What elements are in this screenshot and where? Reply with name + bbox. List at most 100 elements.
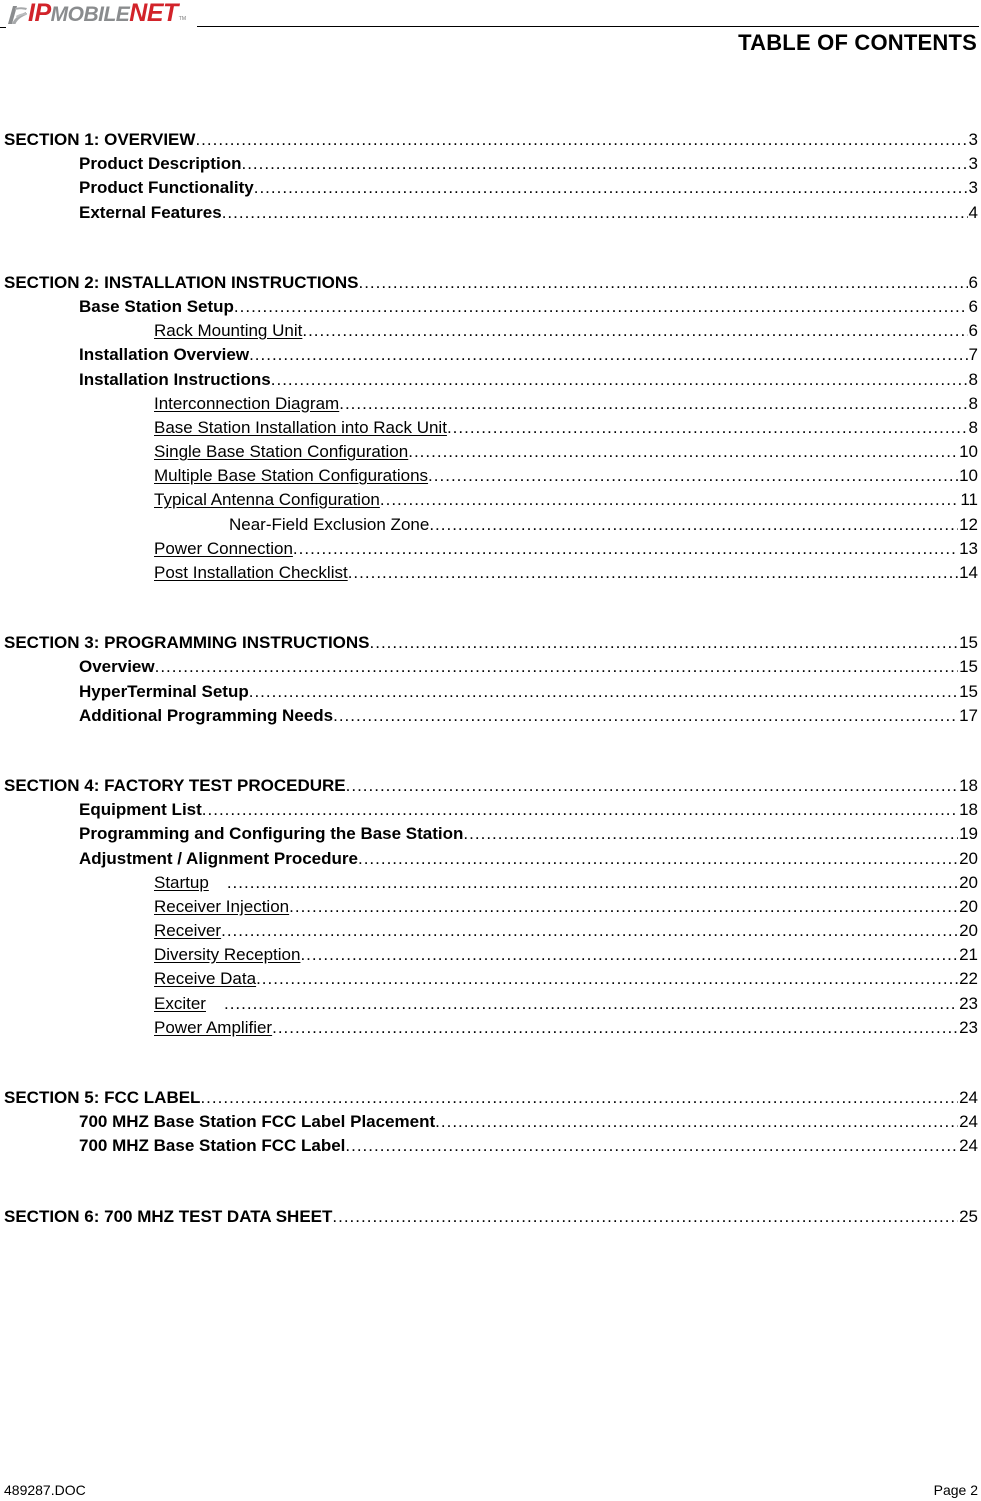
toc-page-number: 12 xyxy=(959,514,978,534)
toc-subsection-entry[interactable]: Installation Overview 7 xyxy=(4,343,978,367)
dot-leader xyxy=(200,1086,958,1110)
toc-link-entry[interactable]: Base Station Installation into Rack Unit… xyxy=(4,416,978,440)
toc-link-entry[interactable]: Receiver Injection 20 xyxy=(4,895,978,919)
footer-page-number: Page 2 xyxy=(933,1482,978,1498)
toc-link-entry[interactable]: Single Base Station Configuration 10 xyxy=(4,440,978,464)
toc-page-number: 18 xyxy=(959,800,978,820)
dot-leader xyxy=(435,1110,958,1134)
toc-subsection-entry[interactable]: 700 MHZ Base Station FCC Label 24 xyxy=(4,1134,978,1158)
toc-subsection-entry[interactable]: Additional Programming Needs 17 xyxy=(4,704,978,728)
dot-leader xyxy=(346,774,958,798)
toc-entry-label: Base Station Setup xyxy=(79,296,234,316)
toc-link-entry[interactable]: Receive Data 22 xyxy=(4,967,978,991)
toc-subsection-entry[interactable]: Product Description 3 xyxy=(4,152,978,176)
toc-page-number: 20 xyxy=(959,896,978,916)
toc-subsection-entry[interactable]: Product Functionality 3 xyxy=(4,176,978,200)
toc-page-number: 19 xyxy=(959,824,978,844)
toc-section-entry[interactable]: SECTION 5: FCC LABEL 24 xyxy=(4,1086,978,1110)
toc-entry-label[interactable]: Base Station Installation into Rack Unit xyxy=(154,416,447,440)
dot-leader xyxy=(222,201,968,225)
dot-leader xyxy=(224,992,958,1016)
dot-leader xyxy=(195,128,967,152)
toc-subsection-entry[interactable]: Overview 15 xyxy=(4,655,978,679)
toc-entry-label[interactable]: Startup xyxy=(154,871,209,895)
toc-link-entry[interactable]: Receiver 20 xyxy=(4,919,978,943)
toc-entry-label: Installation Instructions xyxy=(79,369,271,389)
toc-page-number: 11 xyxy=(960,490,978,510)
toc-link-entry[interactable]: Startup 20 xyxy=(4,871,978,895)
toc-entry-label: SECTION 3: PROGRAMMING INSTRUCTIONS xyxy=(4,633,370,653)
company-logo: IPMOBILENET TM xyxy=(6,0,186,28)
dot-leader xyxy=(271,368,968,392)
toc-page-number: 8 xyxy=(968,393,978,413)
toc-page-number: 15 xyxy=(959,681,978,701)
toc-link-entry[interactable]: Rack Mounting Unit 6 xyxy=(4,319,978,343)
toc-page-number: 4 xyxy=(968,202,978,222)
toc-subsection-entry[interactable]: 700 MHZ Base Station FCC Label Placement… xyxy=(4,1110,978,1134)
toc-section-entry[interactable]: SECTION 3: PROGRAMMING INSTRUCTIONS 15 xyxy=(4,631,978,655)
toc-entry-label[interactable]: Typical Antenna Configuration xyxy=(154,488,380,512)
toc-entry-label: Product Functionality xyxy=(79,178,254,198)
toc-entry-label[interactable]: Rack Mounting Unit xyxy=(154,319,302,343)
dot-leader xyxy=(358,271,967,295)
toc-link-entry[interactable]: Diversity Reception 21 xyxy=(4,943,978,967)
dot-leader xyxy=(254,176,968,200)
dot-leader xyxy=(300,943,958,967)
toc-entry-label: SECTION 4: FACTORY TEST PROCEDURE xyxy=(4,775,346,795)
dot-leader xyxy=(408,440,958,464)
toc-entry-label: HyperTerminal Setup xyxy=(79,681,249,701)
toc-page-number: 20 xyxy=(959,872,978,892)
dot-leader xyxy=(272,1016,958,1040)
toc-subsection-entry[interactable]: Installation Instructions 8 xyxy=(4,368,978,392)
toc-subsection-entry[interactable]: External Features 4 xyxy=(4,201,978,225)
toc-page-number: 13 xyxy=(959,538,978,558)
toc-entry-label[interactable]: Receiver Injection xyxy=(154,895,289,919)
toc-entry-label: Overview xyxy=(79,657,155,677)
toc-entry-label: Adjustment / Alignment Procedure xyxy=(79,848,358,868)
toc-page-number: 8 xyxy=(968,369,978,389)
toc-entry-label[interactable]: Receiver xyxy=(154,919,221,943)
toc-page-number: 21 xyxy=(959,945,978,965)
toc-subsection-entry[interactable]: Adjustment / Alignment Procedure 20 xyxy=(4,847,978,871)
toc-link-entry[interactable]: Typical Antenna Configuration 11 xyxy=(4,488,978,512)
toc-page-number: 6 xyxy=(968,296,978,316)
dot-leader xyxy=(293,537,958,561)
toc-link-entry[interactable]: Post Installation Checklist 14 xyxy=(4,561,978,585)
toc-entry-label[interactable]: Diversity Reception xyxy=(154,943,300,967)
toc-link-entry[interactable]: Power Connection 13 xyxy=(4,537,978,561)
toc-link-entry[interactable]: Power Amplifier 23 xyxy=(4,1016,978,1040)
toc-link-entry[interactable]: Interconnection Diagram 8 xyxy=(4,392,978,416)
toc-subsection-entry[interactable]: HyperTerminal Setup 15 xyxy=(4,680,978,704)
toc-entry-label: SECTION 6: 700 MHZ TEST DATA SHEET xyxy=(4,1206,333,1226)
toc-subsection-entry[interactable]: Base Station Setup 6 xyxy=(4,295,978,319)
toc-entry-label[interactable]: Receive Data xyxy=(154,967,256,991)
toc-section-entry[interactable]: SECTION 2: INSTALLATION INSTRUCTIONS 6 xyxy=(4,271,978,295)
toc-entry-label[interactable]: Power Connection xyxy=(154,537,293,561)
toc-entry-label[interactable]: Exciter xyxy=(154,992,206,1016)
toc-entry-label[interactable]: Single Base Station Configuration xyxy=(154,440,408,464)
toc-link-entry[interactable]: Exciter 23 xyxy=(4,992,978,1016)
toc-entry-label[interactable]: Post Installation Checklist xyxy=(154,561,348,585)
toc-section-entry[interactable]: SECTION 4: FACTORY TEST PROCEDURE 18 xyxy=(4,774,978,798)
toc-page-number: 7 xyxy=(968,345,978,365)
toc-entry-label: SECTION 1: OVERVIEW xyxy=(4,130,196,149)
toc-entry-label[interactable]: Power Amplifier xyxy=(154,1016,272,1040)
dot-leader xyxy=(155,655,958,679)
page-title: TABLE OF CONTENTS xyxy=(738,30,977,55)
dot-leader xyxy=(241,152,967,176)
toc-subitem-entry[interactable]: Near-Field Exclusion Zone 12 xyxy=(4,513,978,537)
toc-subsection-entry[interactable]: Programming and Configuring the Base Sta… xyxy=(4,822,978,846)
toc-link-entry[interactable]: Multiple Base Station Configurations 10 xyxy=(4,464,978,488)
toc-entry-label[interactable]: Multiple Base Station Configurations xyxy=(154,464,428,488)
toc-page-number: 8 xyxy=(968,417,978,437)
footer-document-name: 489287.DOC xyxy=(4,1482,86,1498)
dot-leader xyxy=(234,295,968,319)
toc-section-entry[interactable]: SECTION 6: 700 MHZ TEST DATA SHEET 25 xyxy=(4,1205,978,1229)
dot-leader xyxy=(428,464,958,488)
toc-subsection-entry[interactable]: Equipment List 18 xyxy=(4,798,978,822)
toc-entry-label[interactable]: Interconnection Diagram xyxy=(154,392,339,416)
toc-page-number: 24 xyxy=(959,1112,978,1132)
toc-section-entry[interactable]: SECTION 1: OVERVIEW 3 xyxy=(4,128,978,152)
